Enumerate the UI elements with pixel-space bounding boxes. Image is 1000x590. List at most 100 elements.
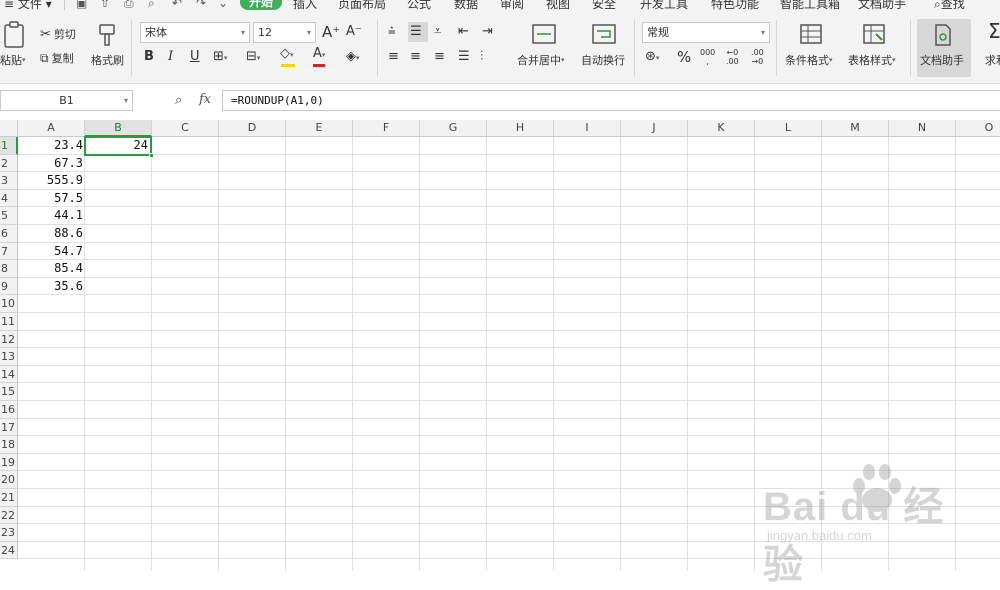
row-header-22[interactable]: 22 <box>0 506 18 525</box>
paste-icon[interactable] <box>0 20 30 50</box>
underline-icon[interactable]: U <box>190 49 200 65</box>
thousands-icon[interactable]: 000, <box>700 48 715 66</box>
format-painter-button[interactable]: 格式刷 <box>91 52 124 68</box>
tab-page-layout[interactable]: 页面布局 <box>338 0 386 12</box>
number-format-select[interactable]: 常规 ▾ <box>642 22 770 43</box>
cell-a8[interactable]: 85.4 <box>18 260 85 278</box>
save-icon[interactable]: ▣ <box>76 0 87 10</box>
wrap-text-icon[interactable] <box>591 22 617 46</box>
fill-color-icon[interactable]: ◇▾ <box>280 46 294 63</box>
tab-doc-assistant[interactable]: 文档助手 <box>858 0 906 12</box>
bold-icon[interactable]: B <box>144 49 154 65</box>
indent-decrease-icon[interactable]: ⇤ <box>458 24 469 40</box>
column-header-f[interactable]: F <box>353 120 420 137</box>
font-size-select[interactable]: 12 ▾ <box>253 22 316 43</box>
print-icon[interactable]: ⎙ <box>124 0 134 11</box>
cell-a1[interactable]: 23.4 <box>18 137 85 155</box>
format-painter-icon[interactable] <box>94 22 120 48</box>
wrap-text-button[interactable]: 自动换行 <box>581 52 625 68</box>
tab-features[interactable]: 特色功能 <box>711 0 759 12</box>
tab-formulas[interactable]: 公式 <box>407 0 431 12</box>
row-header-21[interactable]: 21 <box>0 489 18 507</box>
clear-icon[interactable]: ◈▾ <box>346 49 360 66</box>
increase-decimal-icon[interactable]: ←0.00 <box>726 48 739 66</box>
column-header-b[interactable]: B <box>85 120 152 137</box>
fill-handle[interactable] <box>149 152 154 158</box>
row-header-16[interactable]: 16 <box>0 401 18 419</box>
export-icon[interactable]: ⇧ <box>100 0 110 10</box>
column-header-g[interactable]: G <box>420 120 487 137</box>
tab-security[interactable]: 安全 <box>592 0 616 12</box>
row-header-23[interactable]: 23 <box>0 524 18 542</box>
select-all-corner[interactable] <box>0 120 18 137</box>
file-menu[interactable]: ≡ 文件 ▾ <box>4 0 52 12</box>
row-header-19[interactable]: 19 <box>0 453 18 472</box>
cell-a6[interactable]: 88.6 <box>18 225 85 243</box>
row-header-12[interactable]: 12 <box>0 330 18 349</box>
row-header-7[interactable]: 7 <box>0 242 18 261</box>
merge-center-button[interactable]: 合并居中 ▾ <box>517 52 565 68</box>
formula-input[interactable]: =ROUNDUP(A1,0) <box>222 90 1000 111</box>
font-color-icon[interactable]: A▾ <box>313 46 325 63</box>
row-header-6[interactable]: 6 <box>0 225 18 243</box>
column-header-l[interactable]: L <box>755 120 822 137</box>
cell-a7[interactable]: 54.7 <box>18 243 85 261</box>
font-name-select[interactable]: 宋体 ▾ <box>140 22 250 43</box>
column-header-d[interactable]: D <box>219 120 286 137</box>
align-top-icon[interactable]: ⩮ <box>388 24 396 40</box>
align-center-icon[interactable]: ≡ <box>410 49 421 65</box>
align-right-icon[interactable]: ≡ <box>434 49 445 65</box>
row-header-13[interactable]: 13 <box>0 348 18 366</box>
row-header-1[interactable]: 1 <box>0 137 18 155</box>
table-style-icon[interactable] <box>862 22 886 46</box>
table-style-button[interactable]: 表格样式 ▾ <box>848 52 896 68</box>
cell-a2[interactable]: 67.3 <box>18 155 85 173</box>
column-header-a[interactable]: A <box>18 120 85 137</box>
spreadsheet-grid[interactable]: ABCDEFGHIJKLMNO 1 2 3 4 5 6 7 8 9 10 11 12 13 14 15 16 1… <box>0 120 1000 571</box>
row-header-10[interactable]: 10 <box>0 295 18 313</box>
cell-a3[interactable]: 555.9 <box>18 172 85 190</box>
row-header-3[interactable]: 3 <box>0 172 18 190</box>
column-header-h[interactable]: H <box>487 120 554 137</box>
search-button[interactable]: ⌕查找 <box>934 0 965 12</box>
doc-assistant-button[interactable]: 文档助手 <box>920 52 964 68</box>
column-header-o[interactable]: O <box>956 120 1000 137</box>
row-header-15[interactable]: 15 <box>0 383 18 401</box>
tab-home[interactable]: 开始 <box>240 0 283 10</box>
row-header-9[interactable]: 9 <box>0 277 18 296</box>
row-header-20[interactable]: 20 <box>0 471 18 489</box>
row-header-2[interactable]: 2 <box>0 154 18 173</box>
row-header-18[interactable]: 18 <box>0 436 18 454</box>
row-header-14[interactable]: 14 <box>0 365 18 384</box>
zoom-icon[interactable]: ⌕ <box>175 93 182 108</box>
cell-a5[interactable]: 44.1 <box>18 207 85 225</box>
merge-center-icon[interactable] <box>531 22 557 46</box>
justify-icon[interactable]: ☰ <box>458 49 470 65</box>
undo-icon[interactable]: ↶ <box>172 0 182 10</box>
redo-icon[interactable]: ↷ <box>196 0 206 10</box>
currency-icon[interactable]: ⊛▾ <box>645 49 659 66</box>
doc-assistant-icon[interactable] <box>931 22 955 48</box>
sum-button[interactable]: 求和 <box>985 52 1000 68</box>
column-header-k[interactable]: K <box>688 120 755 137</box>
indent-increase-icon[interactable]: ⇥ <box>482 24 493 40</box>
tab-insert[interactable]: 插入 <box>293 0 317 12</box>
row-header-11[interactable]: 11 <box>0 313 18 331</box>
tab-review[interactable]: 审阅 <box>500 0 524 12</box>
fx-icon[interactable]: fx <box>199 92 211 107</box>
column-header-e[interactable]: E <box>286 120 353 137</box>
print-preview-icon[interactable]: ⌕ <box>148 0 155 11</box>
distributed-icon[interactable]: ⫶ <box>480 49 483 65</box>
decrease-font-icon[interactable]: A⁻ <box>346 24 362 40</box>
column-header-n[interactable]: N <box>889 120 956 137</box>
column-header-i[interactable]: I <box>554 120 621 137</box>
tab-view[interactable]: 视图 <box>546 0 570 12</box>
tab-developer[interactable]: 开发工具 <box>640 0 688 12</box>
conditional-format-icon[interactable] <box>799 22 823 46</box>
column-header-m[interactable]: M <box>822 120 889 137</box>
name-box[interactable]: B1 ▾ <box>0 90 133 111</box>
tab-toolbox[interactable]: 智能工具箱 <box>780 0 840 12</box>
cell-a4[interactable]: 57.5 <box>18 190 85 208</box>
copy-button[interactable]: ⧉ 复制 <box>40 50 74 66</box>
increase-font-icon[interactable]: A⁺ <box>322 24 340 40</box>
